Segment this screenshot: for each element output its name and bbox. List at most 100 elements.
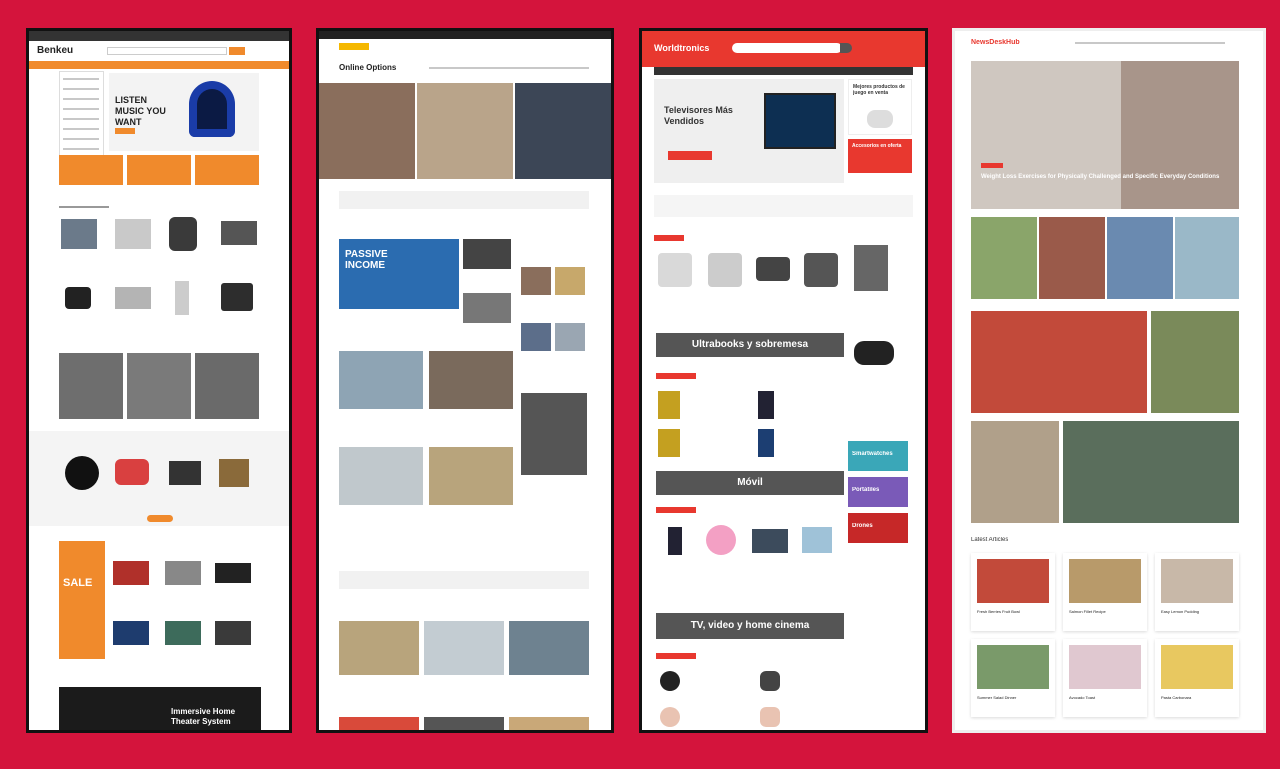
product-image[interactable]: [165, 561, 201, 585]
post-image[interactable]: [1107, 217, 1173, 299]
post-image[interactable]: [339, 447, 423, 505]
side-promo-2[interactable]: Accesorios en oferta: [848, 139, 912, 173]
product-image[interactable]: [802, 527, 832, 553]
post-image[interactable]: [509, 621, 589, 675]
tab-active[interactable]: [656, 507, 696, 513]
post-image[interactable]: [429, 351, 513, 409]
hero-banner[interactable]: LISTEN MUSIC YOU WANT: [109, 73, 259, 151]
post-image[interactable]: [971, 421, 1059, 523]
side-tile-3[interactable]: Drones: [848, 513, 908, 543]
product-image[interactable]: [165, 621, 201, 645]
post-image[interactable]: [1063, 421, 1239, 523]
hero-banner[interactable]: Televisores Más Vendidos: [654, 79, 844, 183]
post-image[interactable]: [339, 717, 419, 730]
gamepad-image[interactable]: [854, 341, 894, 365]
post-image-berries[interactable]: [971, 311, 1147, 413]
side-tile-1[interactable]: Smartwatches: [848, 441, 908, 471]
article-card[interactable]: Summer Salad Dinner: [971, 639, 1055, 717]
article-card[interactable]: Salmon Fillet Recipe: [1063, 553, 1147, 631]
product-image[interactable]: [660, 671, 680, 691]
product-image[interactable]: [760, 707, 780, 727]
category-nav[interactable]: [654, 67, 913, 75]
product-image[interactable]: [668, 527, 682, 555]
feature-post-image[interactable]: PASSIVE INCOME: [339, 239, 459, 309]
product-image[interactable]: [61, 219, 97, 249]
blog-logo[interactable]: NewsDeskHub: [971, 39, 1020, 46]
section-mobile[interactable]: Móvil: [656, 471, 844, 495]
product-image[interactable]: [219, 459, 249, 487]
post-image[interactable]: [509, 717, 589, 730]
post-image[interactable]: [1039, 217, 1105, 299]
theater-banner[interactable]: Immersive Home Theater System: [59, 687, 261, 730]
post-image[interactable]: [339, 351, 423, 409]
product-image[interactable]: [708, 253, 742, 287]
main-nav[interactable]: [1075, 42, 1225, 44]
product-image[interactable]: [169, 217, 197, 251]
product-image[interactable]: [760, 671, 780, 691]
search-input[interactable]: [107, 47, 227, 55]
product-image[interactable]: [113, 561, 149, 585]
product-image[interactable]: [115, 459, 149, 485]
product-image[interactable]: [215, 621, 251, 645]
side-tile-2[interactable]: Portátiles: [848, 477, 908, 507]
post-image[interactable]: [1175, 217, 1239, 299]
article-card[interactable]: Fresh Berries Fruit Bowl: [971, 553, 1055, 631]
product-image[interactable]: [660, 707, 680, 727]
banner-headphones[interactable]: [59, 353, 123, 419]
store-logo[interactable]: Benkeu: [37, 45, 73, 56]
product-image[interactable]: [758, 391, 774, 419]
hero-post-3[interactable]: [515, 83, 611, 179]
product-image[interactable]: [752, 529, 788, 553]
sale-banner[interactable]: SALE: [59, 541, 105, 659]
hero-post[interactable]: Weight Loss Exercises for Physically Cha…: [971, 61, 1239, 209]
product-image[interactable]: [169, 461, 201, 485]
view-more-button[interactable]: [147, 515, 173, 522]
hero-post-1[interactable]: [319, 83, 415, 179]
article-card[interactable]: Easy Lemon Pudding: [1155, 553, 1239, 631]
post-image[interactable]: [424, 621, 504, 675]
promo-tile-microwave[interactable]: [195, 155, 259, 185]
search-button[interactable]: [840, 43, 852, 53]
product-image[interactable]: [215, 563, 251, 583]
shop-now-button[interactable]: [115, 128, 135, 134]
product-image[interactable]: [706, 525, 736, 555]
section-tv[interactable]: TV, video y home cinema: [656, 613, 844, 639]
post-image[interactable]: [424, 717, 504, 730]
tab-active[interactable]: [656, 373, 696, 379]
promo-tile-tv[interactable]: [59, 155, 123, 185]
hero-post-2[interactable]: [417, 83, 513, 179]
product-image[interactable]: [221, 221, 257, 245]
store-logo[interactable]: Worldtronics: [654, 43, 709, 53]
product-image[interactable]: [658, 253, 692, 287]
post-image[interactable]: [339, 621, 419, 675]
product-image[interactable]: [113, 621, 149, 645]
product-image[interactable]: [658, 429, 680, 457]
product-image[interactable]: [658, 391, 680, 419]
hero-cta[interactable]: [668, 151, 712, 160]
banner-headset[interactable]: [195, 353, 259, 419]
post-image[interactable]: [429, 447, 513, 505]
post-image[interactable]: [971, 217, 1037, 299]
product-image[interactable]: [115, 287, 151, 309]
blog-logo[interactable]: Online Options: [339, 63, 396, 72]
tab-active[interactable]: [654, 235, 684, 241]
article-card[interactable]: Avocado Toast: [1063, 639, 1147, 717]
banner-smartwatch[interactable]: [127, 353, 191, 419]
side-post-image[interactable]: [463, 239, 511, 269]
search-input[interactable]: [732, 43, 842, 53]
tab-active[interactable]: [656, 653, 696, 659]
product-image[interactable]: [175, 281, 189, 315]
side-post-image[interactable]: [463, 293, 511, 323]
article-card[interactable]: Pasta Carbonara: [1155, 639, 1239, 717]
product-image[interactable]: [804, 253, 838, 287]
main-nav[interactable]: [429, 67, 589, 69]
post-image[interactable]: [1151, 311, 1239, 413]
product-image[interactable]: [758, 429, 774, 457]
product-image[interactable]: [65, 287, 91, 309]
product-image[interactable]: [221, 283, 253, 311]
section-desktop[interactable]: Ultrabooks y sobremesa: [656, 333, 844, 357]
product-image[interactable]: [115, 219, 151, 249]
product-image[interactable]: [756, 257, 790, 281]
sidebar-ad[interactable]: [521, 393, 587, 475]
product-image[interactable]: [854, 245, 888, 291]
